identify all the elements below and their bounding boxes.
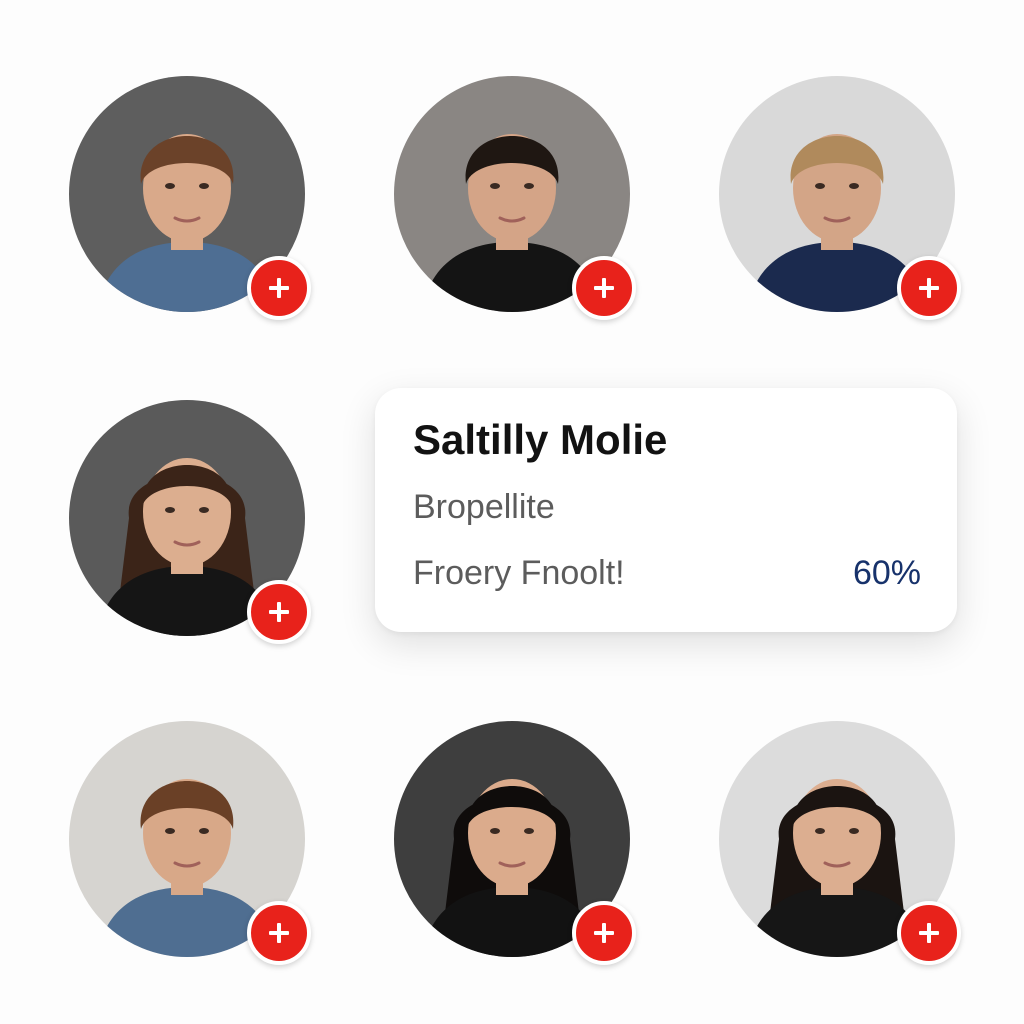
- profile-subtitle: Bropellite: [413, 488, 555, 526]
- add-person-button[interactable]: [247, 256, 311, 320]
- profile-percent: 60%: [852, 554, 921, 592]
- add-person-button[interactable]: [572, 901, 636, 965]
- plus-icon: [594, 278, 614, 298]
- add-person-button[interactable]: [897, 256, 961, 320]
- add-person-button[interactable]: [897, 901, 961, 965]
- plus-icon: [919, 923, 939, 943]
- avatar-bottom-center[interactable]: [394, 721, 636, 965]
- plus-icon: [594, 923, 614, 943]
- plus-icon: [269, 602, 289, 622]
- avatar-bottom-left[interactable]: [69, 721, 311, 965]
- add-person-button[interactable]: [572, 256, 636, 320]
- profile-status: Froery Fnoolt!: [413, 554, 625, 592]
- profile-card[interactable]: Saltilly Molie Bropellite Froery Fnoolt!…: [375, 388, 957, 632]
- avatar-top-center[interactable]: [394, 76, 636, 320]
- plus-icon: [269, 923, 289, 943]
- plus-icon: [269, 278, 289, 298]
- add-person-button[interactable]: [247, 580, 311, 644]
- profile-name: Saltilly Molie: [413, 416, 668, 463]
- avatar-top-left[interactable]: [69, 76, 311, 320]
- plus-icon: [919, 278, 939, 298]
- avatar-bottom-right[interactable]: [719, 721, 961, 965]
- avatar-middle-left[interactable]: [69, 400, 311, 644]
- add-person-button[interactable]: [247, 901, 311, 965]
- avatar-top-right[interactable]: [719, 76, 961, 320]
